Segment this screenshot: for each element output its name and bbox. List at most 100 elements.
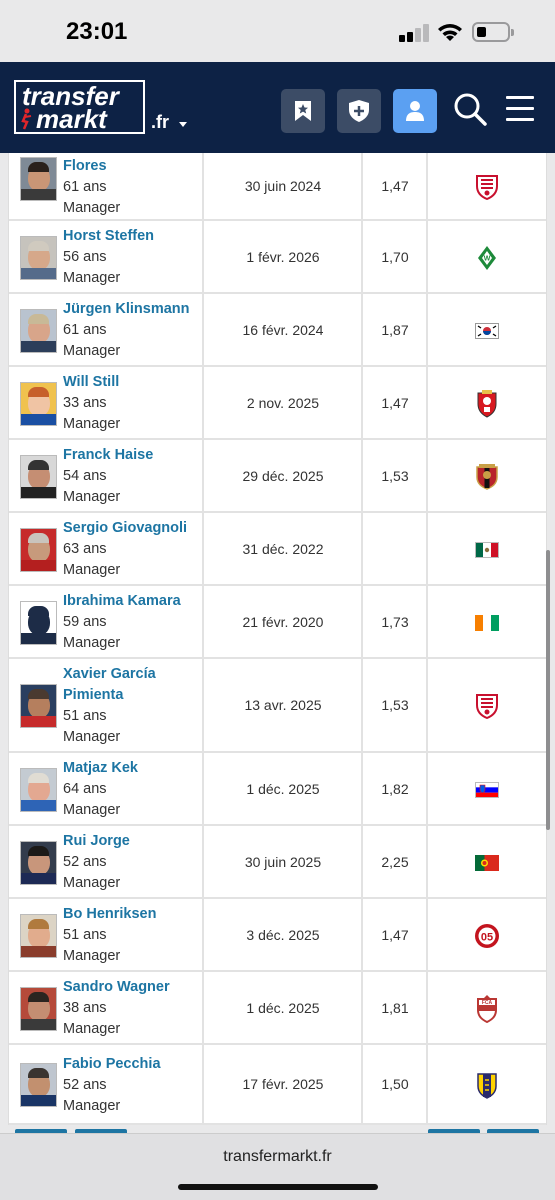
coach-age: 52 ans [63,854,107,870]
coach-name-link[interactable]: Bo Henriksen [63,904,156,925]
portugal-flag-icon[interactable] [474,850,500,876]
coach-name-link[interactable]: Xavier García [63,664,156,685]
coach-name-link[interactable]: Fabio Pecchia [63,1054,161,1075]
table-row: Franck Haise 54 ans Manager 29 déc. 2025 1,5… [9,440,546,513]
coach-role: Manager [63,270,121,286]
contract-until: 1 déc. 2025 [246,780,320,797]
shield-plus-icon [349,100,369,122]
coach-age: 59 ans [63,614,107,630]
coach-photo[interactable] [20,308,57,353]
coaches-table-container: Flores 61 ans Manager 30 juin 2024 1,47 Horst… [0,153,555,1133]
coach-photo[interactable] [20,913,57,958]
contract-until: 30 juin 2025 [244,853,322,870]
url-text[interactable]: transfermarkt.fr [0,1148,555,1166]
augsburg-crest-icon[interactable]: FCA [474,994,500,1023]
table-row: Horst Steffen 56 ans Manager 1 févr. 2026 1,… [9,221,546,294]
southampton-crest-icon[interactable] [474,389,500,418]
club-button[interactable] [337,89,381,133]
points-per-match: 1,47 [381,926,409,943]
coach-age: 61 ans [63,322,107,338]
points-per-match: 2,25 [381,853,409,870]
contract-until: 1 févr. 2026 [246,248,320,265]
coach-photo[interactable] [20,157,57,201]
coach-age: 33 ans [63,395,107,411]
cellular-signal-icon [399,24,429,42]
coach-name-link[interactable]: Flores [63,156,107,177]
ivory-coast-flag-icon[interactable] [474,610,500,636]
coach-role: Manager [63,875,121,891]
browser-address-bar: transfermarkt.fr [0,1133,555,1200]
coach-photo[interactable] [20,527,57,572]
hamburger-menu-icon[interactable] [506,96,534,122]
coach-photo[interactable] [20,454,57,499]
svg-text:05: 05 [481,931,493,943]
coach-age: 61 ans [63,178,107,195]
werder-bremen-crest-icon[interactable]: W [474,245,500,271]
coach-role: Manager [63,1097,121,1114]
mainz-crest-icon[interactable]: 05 [474,923,500,949]
table-row: Flores 61 ans Manager 30 juin 2024 1,47 [9,153,546,221]
coach-age: 51 ans [63,708,107,724]
contract-until: 2 nov. 2025 [246,394,320,411]
home-indicator[interactable] [178,1184,378,1190]
logo-text-line2: markt [36,104,107,134]
coach-name-link[interactable]: Sandro Wagner [63,977,170,998]
user-icon [406,101,424,121]
page-scrollbar[interactable] [546,550,550,830]
table-row: Xavier García Pimienta 51 ans Manager 13 avr… [9,659,546,753]
coach-role: Manager [63,416,121,432]
coach-photo[interactable] [20,840,57,885]
runner-icon [21,108,32,130]
contract-until: 1 déc. 2025 [246,999,320,1016]
points-per-match: 1,70 [381,248,409,265]
coach-name-link[interactable]: Horst Steffen [63,226,154,247]
points-per-match: 1,47 [381,178,409,194]
mexico-flag-icon[interactable] [474,537,500,563]
contract-until: 16 févr. 2024 [242,321,324,338]
coach-name-link[interactable]: Franck Haise [63,445,153,466]
coach-photo[interactable] [20,600,57,645]
coach-name-link[interactable]: Sergio Giovagnoli [63,518,187,539]
south-korea-flag-icon[interactable] [474,318,500,344]
table-row: Jürgen Klinsmann 61 ans Manager 16 févr. 20… [9,294,546,367]
parma-crest-icon[interactable] [474,1072,500,1099]
search-icon[interactable] [453,92,487,126]
coach-age: 38 ans [63,1000,107,1016]
nice-crest-icon[interactable] [474,463,500,490]
profile-button[interactable] [393,89,437,133]
sevilla-crest-icon[interactable] [474,693,500,719]
coaches-table: Flores 61 ans Manager 30 juin 2024 1,47 Horst… [8,153,547,1125]
sevilla-crest-icon[interactable] [474,174,500,200]
coach-role: Manager [63,729,121,745]
coach-name-link[interactable]: Ibrahima Kamara [63,591,181,612]
points-per-match: 1,50 [381,1076,409,1092]
transfermarkt-logo[interactable]: transfer markt [14,80,145,134]
coach-age: 63 ans [63,541,107,557]
coach-photo[interactable] [20,235,57,280]
coach-photo[interactable] [20,1063,57,1107]
points-per-match: 1,73 [381,613,409,630]
svg-text:W: W [484,255,491,262]
coach-name-link[interactable]: Pimienta [63,685,123,706]
coach-name-link[interactable]: Will Still [63,372,119,393]
site-header: transfer markt .fr [0,62,555,153]
domain-selector[interactable]: .fr [151,112,169,133]
points-per-match: 1,87 [381,321,409,338]
coach-name-link[interactable]: Rui Jorge [63,831,130,852]
coach-role: Manager [63,199,121,216]
coach-photo[interactable] [20,684,57,728]
coach-name-link[interactable]: Matjaz Kek [63,758,138,779]
svg-text:FCA: FCA [482,1000,493,1006]
battery-icon [472,22,514,42]
coach-name-link[interactable]: Jürgen Klinsmann [63,299,190,320]
contract-until: 13 avr. 2025 [244,697,322,713]
coach-photo[interactable] [20,767,57,812]
slovenia-flag-icon[interactable] [474,777,500,803]
chevron-down-icon[interactable] [179,122,187,127]
points-per-match: 1,53 [381,697,409,713]
coach-photo[interactable] [20,986,57,1031]
contract-until: 29 déc. 2025 [242,467,324,484]
table-row: Will Still 33 ans Manager 2 nov. 2025 1,47 [9,367,546,440]
coach-photo[interactable] [20,381,57,426]
watchlist-button[interactable] [281,89,325,133]
